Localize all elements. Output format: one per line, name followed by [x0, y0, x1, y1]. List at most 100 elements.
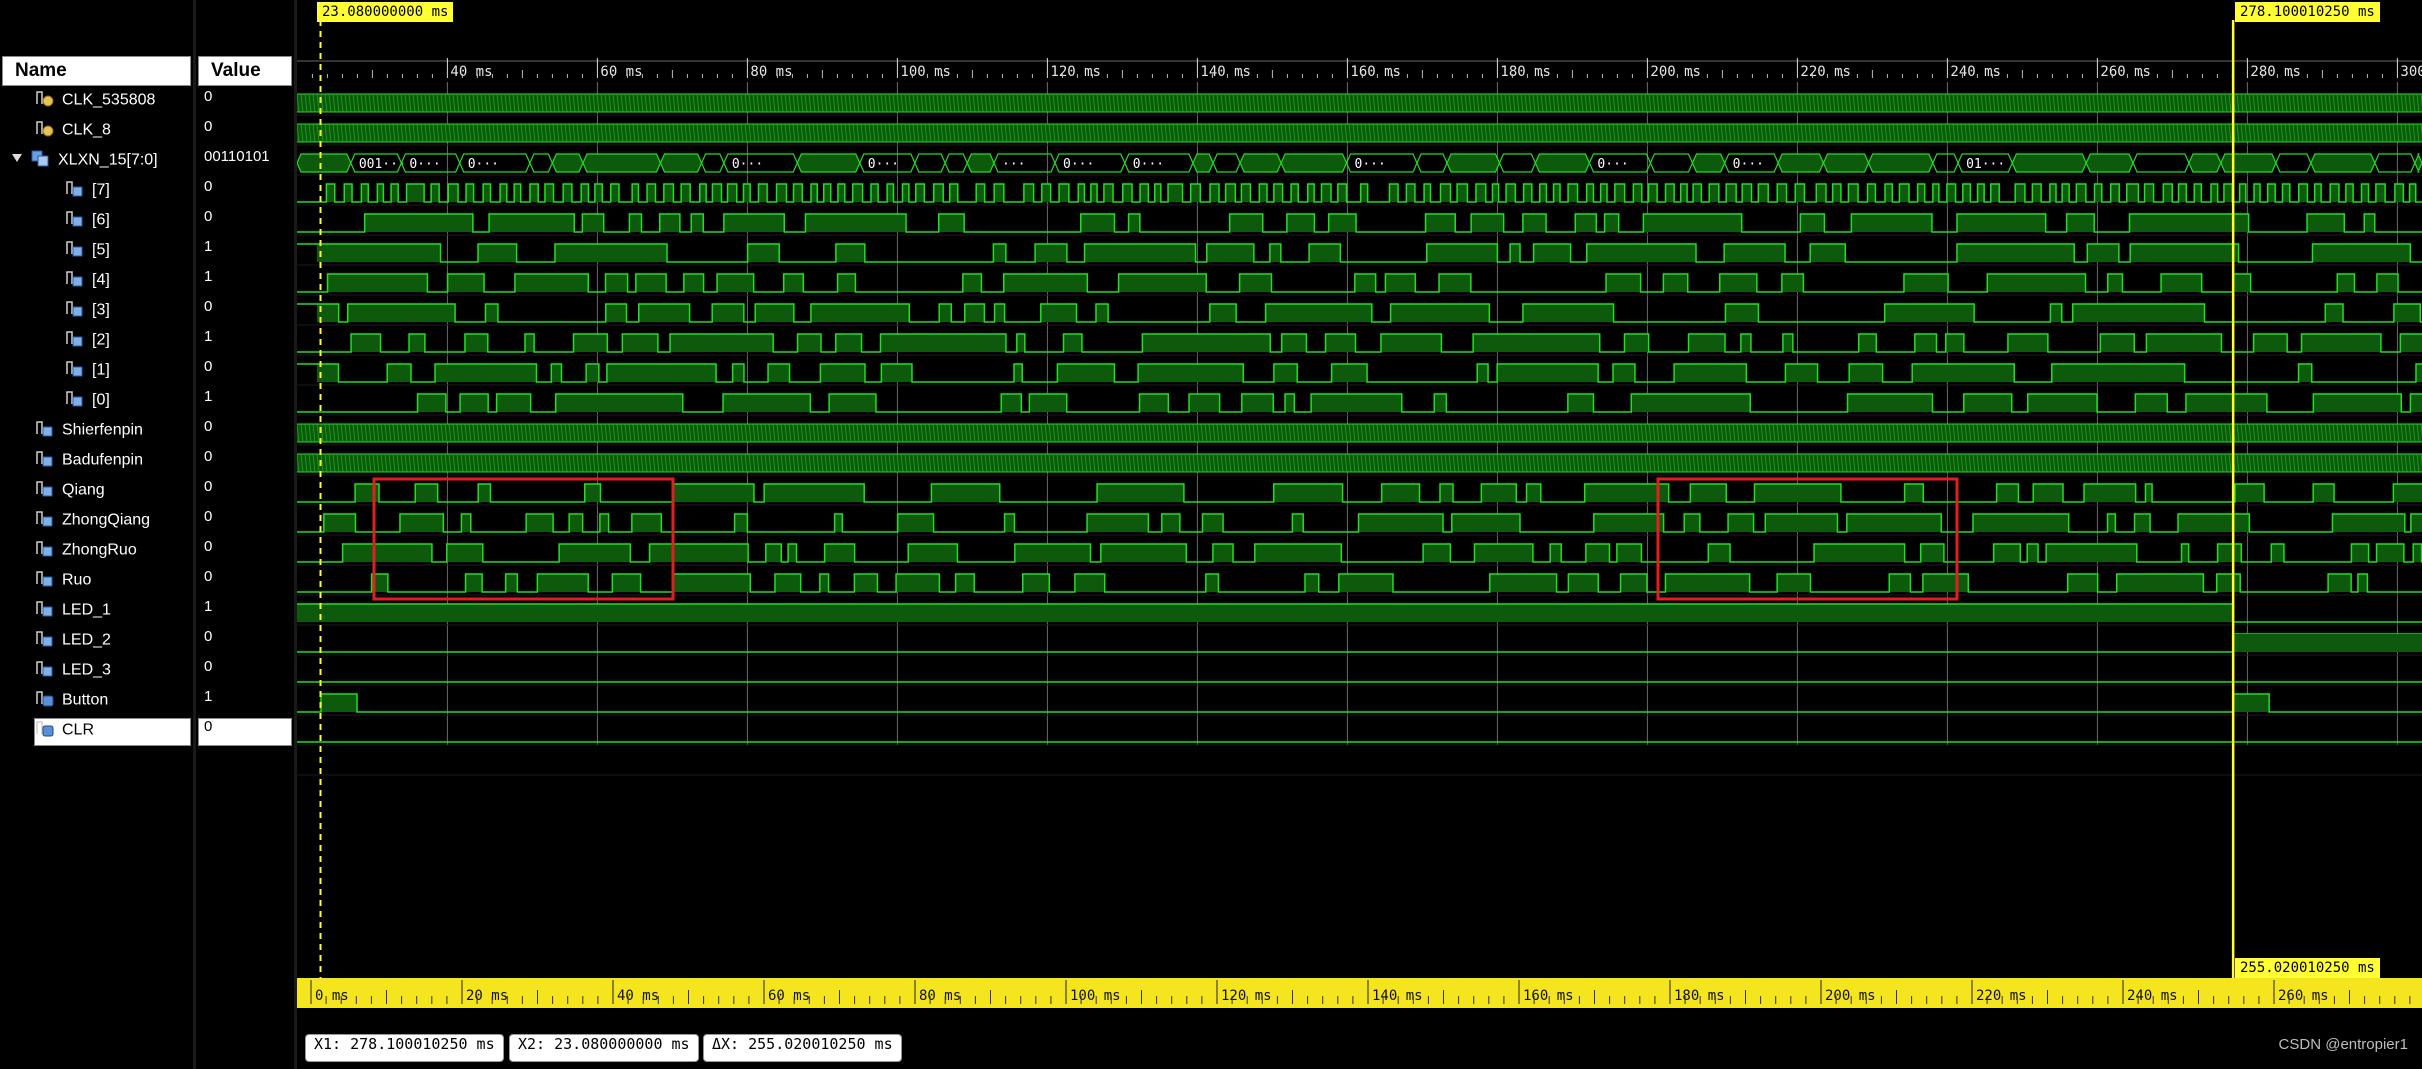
bus-segment[interactable]	[2414, 153, 2422, 173]
signal-row-name[interactable]: CLR	[34, 718, 94, 746]
bus-segment[interactable]	[2310, 153, 2376, 173]
bus-segment[interactable]	[1932, 153, 1959, 173]
bus-segment[interactable]	[914, 153, 946, 173]
waveform-high-region	[1273, 184, 1283, 202]
value-column-header[interactable]: Value	[198, 56, 292, 86]
waveform-high-region	[1849, 364, 1883, 382]
digital-waveform[interactable]	[297, 633, 2422, 653]
waveform-canvas[interactable]: 40 ms 60 ms 80 ms 100 ms 120 ms 140 ms 160 ms 1…	[297, 0, 2422, 1069]
signal-row-name[interactable]: [1]	[64, 358, 110, 386]
cursor-x1-label[interactable]: 278.100010250 ms	[2235, 2, 2380, 22]
signal-row-name[interactable]: CLK_535808	[34, 88, 155, 116]
bus-segment[interactable]	[1691, 153, 1726, 173]
bus-segment[interactable]	[529, 153, 554, 173]
bus-segment[interactable]	[700, 153, 725, 173]
bus-segment[interactable]	[1239, 153, 1282, 173]
signal-row-name[interactable]: [0]	[64, 388, 110, 416]
bus-segment[interactable]	[2374, 153, 2416, 173]
waveform-high-region	[1273, 484, 1343, 502]
signal-row-name[interactable]: Button	[34, 688, 108, 716]
waveform-high-region	[1648, 184, 1658, 202]
bus-segment[interactable]	[944, 153, 968, 173]
waveform-high-region	[1709, 184, 1719, 202]
name-column-header[interactable]: Name	[2, 56, 191, 86]
clock-waveform-band[interactable]	[297, 124, 2422, 142]
expand-triangle-icon[interactable]	[10, 151, 24, 170]
bus-segment[interactable]	[1822, 153, 1870, 173]
bottom-ruler	[297, 978, 2422, 1008]
signal-row-name[interactable]: ZhongQiang	[34, 508, 150, 536]
digital-waveform[interactable]	[297, 693, 2422, 713]
bus-segment[interactable]	[1192, 153, 1214, 173]
bus-segment[interactable]	[2011, 153, 2087, 173]
waveform-high-region	[342, 544, 432, 562]
bus-segment[interactable]	[1649, 153, 1694, 173]
signal-row-name[interactable]: LED_3	[34, 658, 111, 686]
waveform-high-region	[1103, 184, 1114, 202]
bus-segment[interactable]	[551, 153, 584, 173]
waveform-high-region	[524, 334, 535, 352]
waveform-high-region	[1996, 484, 2019, 502]
signal-row-name[interactable]: CLK_8	[34, 118, 111, 146]
bus-segment[interactable]	[582, 153, 662, 173]
bus-segment[interactable]	[1280, 153, 1348, 173]
signal-row-name[interactable]: [6]	[64, 208, 110, 236]
top-ruler-tick-label: 300 ms	[2400, 64, 2422, 80]
bus-segment[interactable]	[966, 153, 995, 173]
waveform-high-region	[2223, 184, 2233, 202]
signal-row-name[interactable]: Shierfenpin	[34, 418, 143, 446]
waveform-high-region	[1241, 394, 1274, 412]
bus-segment[interactable]	[1777, 153, 1825, 173]
bus-segment[interactable]	[2085, 153, 2134, 173]
bus-segment[interactable]	[1446, 153, 1501, 173]
signal-row-name[interactable]: [2]	[64, 328, 110, 356]
clock-waveform-band[interactable]	[297, 94, 2422, 112]
waveform-high-region	[2233, 694, 2270, 712]
waveform-high-region	[2076, 184, 2086, 202]
waveform-high-region	[1506, 184, 1516, 202]
waveform-high-region	[1406, 184, 1415, 202]
signal-row-name[interactable]: [5]	[64, 238, 110, 266]
bus-segment[interactable]	[2220, 153, 2277, 173]
signal-row-name[interactable]: [4]	[64, 268, 110, 296]
bus-segment[interactable]	[1498, 153, 1537, 173]
waveform-high-region	[1041, 184, 1051, 202]
bus-segment[interactable]	[297, 153, 352, 173]
digital-waveform[interactable]	[297, 213, 2422, 233]
bus-segment[interactable]	[659, 153, 703, 173]
clock-waveform-band[interactable]	[297, 454, 2422, 472]
bus-segment[interactable]	[2275, 153, 2312, 173]
bus-segment[interactable]	[2132, 153, 2190, 173]
bus-segment[interactable]	[2188, 153, 2222, 173]
waveform-high-region	[2357, 574, 2368, 592]
bus-segment[interactable]	[1416, 153, 1448, 173]
signal-row-name[interactable]: Ruo	[34, 568, 91, 596]
waveform-high-region	[1084, 244, 1196, 262]
signal-row-name[interactable]: ZhongRuo	[34, 538, 137, 566]
signal-row-name[interactable]: LED_1	[34, 598, 111, 626]
waveform-panel[interactable]: 40 ms 60 ms 80 ms 100 ms 120 ms 140 ms 160 ms 1…	[297, 0, 2422, 1069]
signal-row-name[interactable]: Badufenpin	[34, 448, 143, 476]
waveform-high-region	[1633, 184, 1642, 202]
signal-row-name[interactable]: XLXN_15[7:0]	[10, 148, 158, 176]
bus-segment[interactable]	[1534, 153, 1591, 173]
signal-name-label: Qiang	[62, 481, 105, 499]
signal-row-name[interactable]: LED_2	[34, 628, 111, 656]
clock-waveform-band[interactable]	[297, 424, 2422, 442]
bus-segment[interactable]	[796, 153, 861, 173]
signal-row-name[interactable]: Qiang	[34, 478, 105, 506]
waveform-high-region	[2314, 184, 2322, 202]
signal-row-value: 1	[204, 598, 213, 615]
signal-row-name[interactable]: [3]	[64, 298, 110, 326]
waveform-high-region	[881, 364, 912, 382]
waveform-high-region	[691, 214, 704, 232]
waveform-high-region	[1097, 484, 1184, 502]
waveform-high-region	[1202, 514, 1224, 532]
top-ruler-base	[297, 60, 2422, 62]
signal-row-name[interactable]: [7]	[64, 178, 110, 206]
cursor-x2-label[interactable]: 23.080000000 ms	[317, 2, 454, 22]
bus-segment[interactable]	[1867, 153, 1934, 173]
bit-signal-icon	[34, 628, 56, 653]
waveform-high-region	[712, 304, 744, 322]
bus-segment[interactable]	[1212, 153, 1241, 173]
